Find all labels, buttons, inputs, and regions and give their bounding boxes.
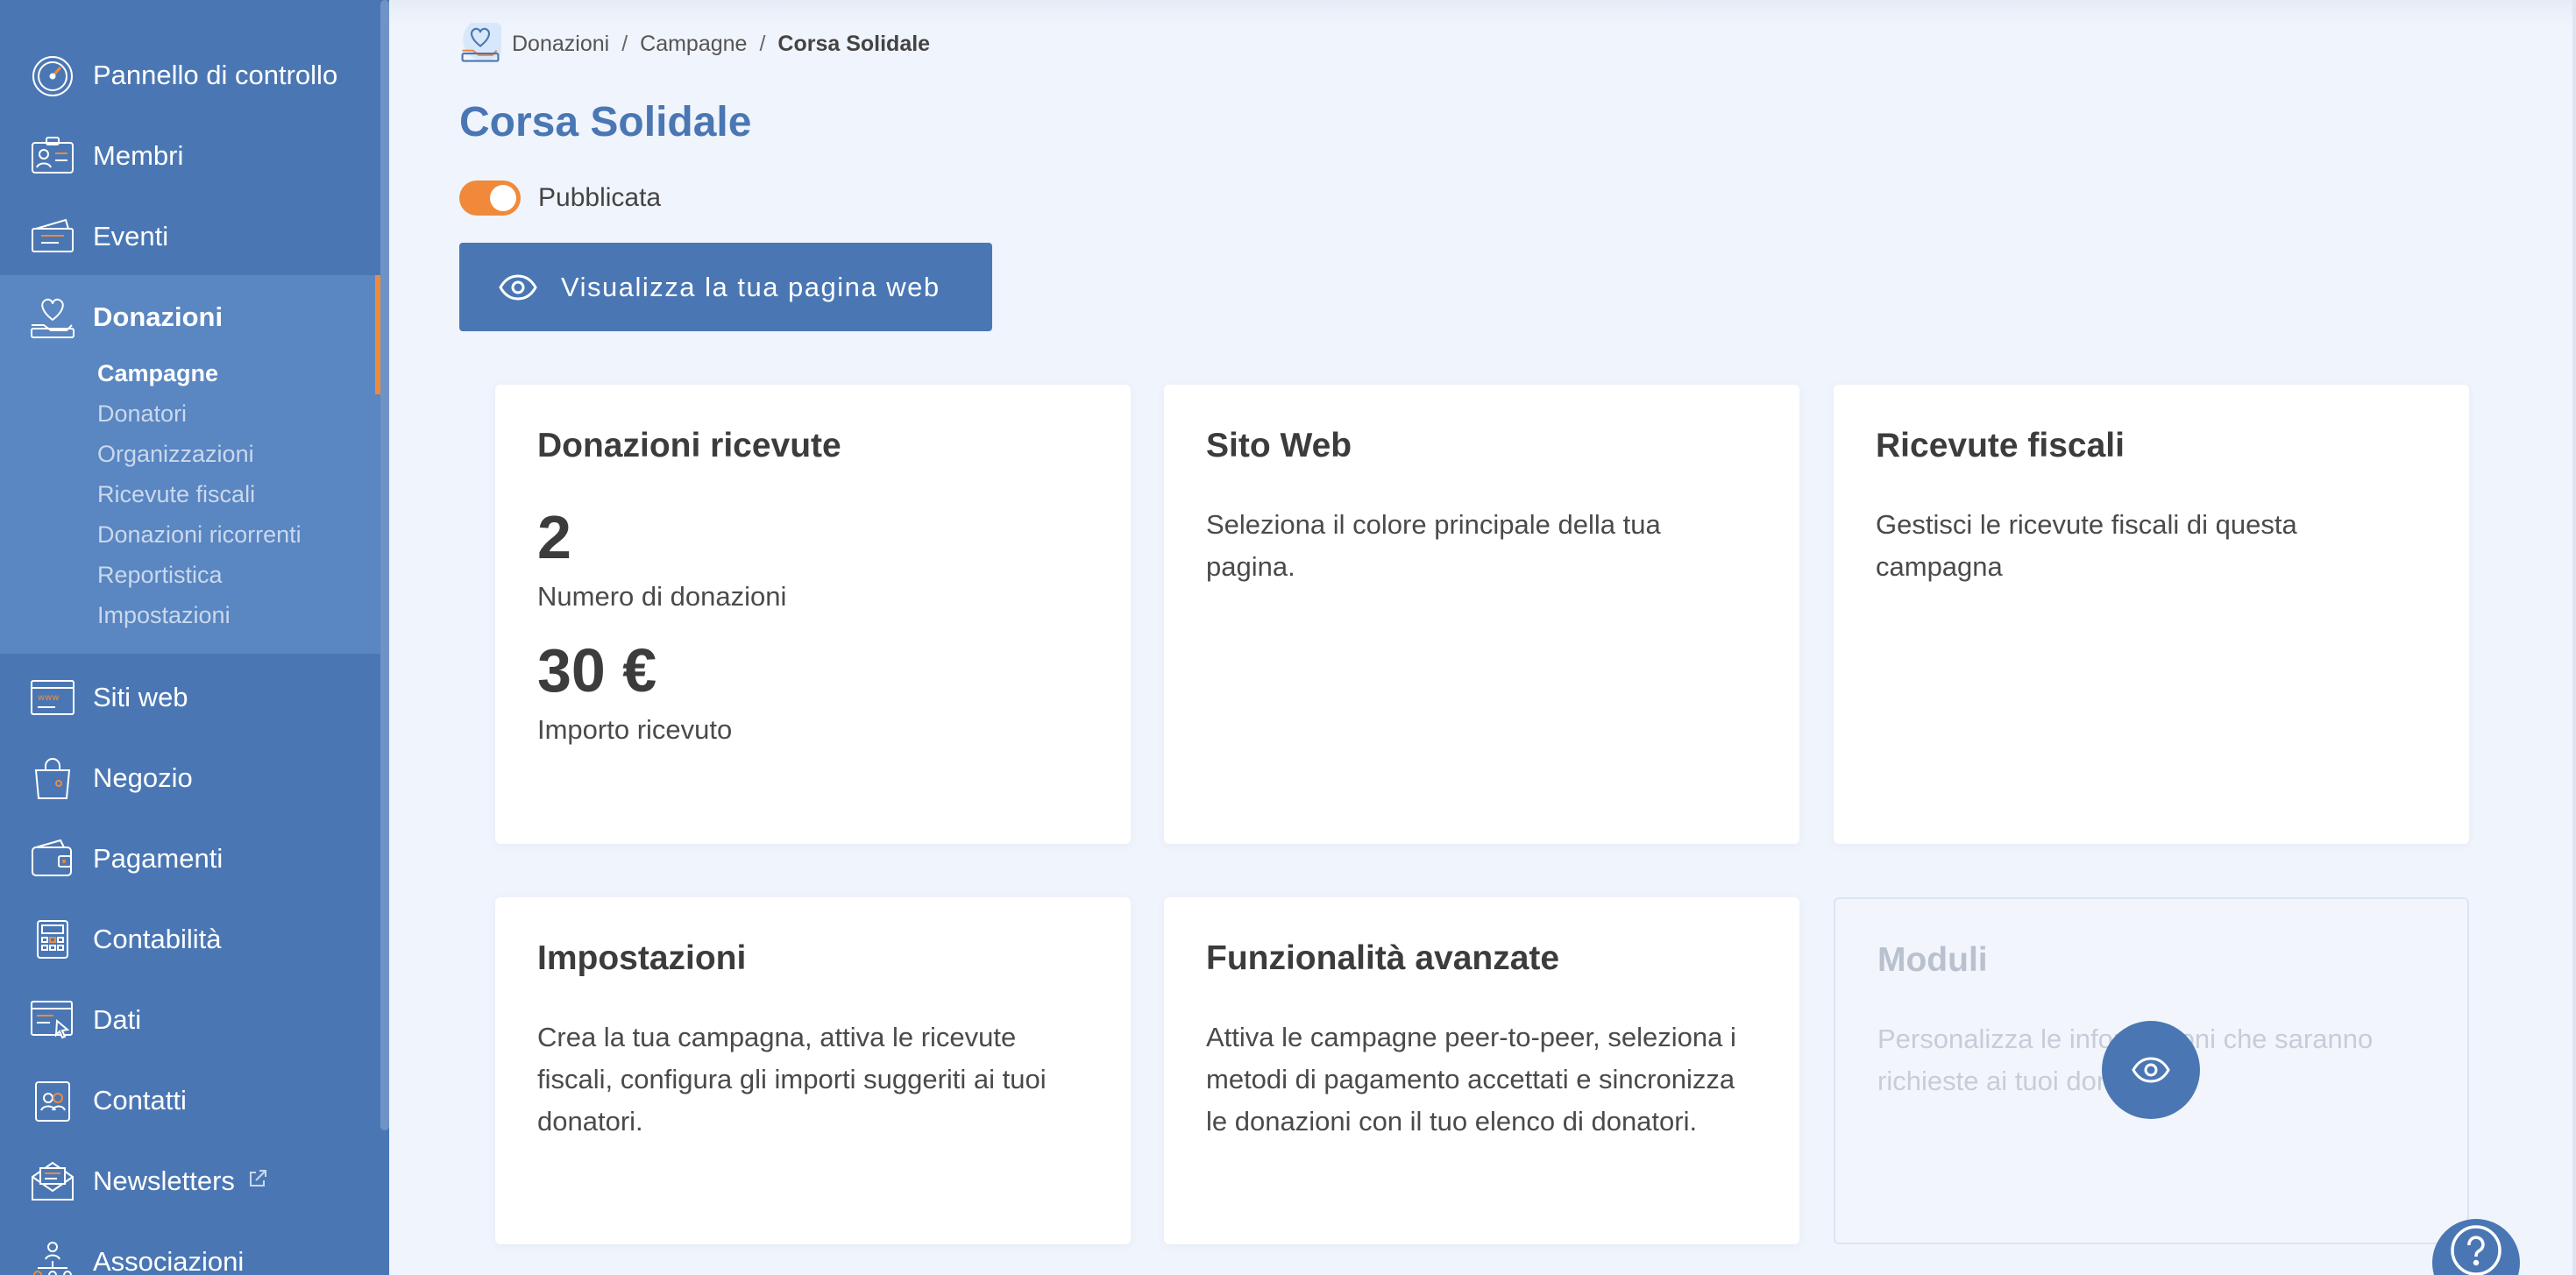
publish-toggle[interactable] — [459, 181, 521, 216]
ticket-icon — [28, 212, 77, 261]
eye-icon — [499, 273, 537, 301]
card-title: Moduli — [1877, 941, 1988, 979]
dashboard-gauge-icon — [28, 51, 77, 100]
sidebar-item-events[interactable]: Eventi — [0, 196, 380, 277]
sidebar-item-label: Pagamenti — [93, 843, 224, 874]
member-card-icon — [28, 131, 77, 181]
contacts-icon — [28, 1076, 77, 1125]
breadcrumb: Donazioni / Campagne / Corsa Solidale — [459, 23, 930, 65]
publish-label: Pubblicata — [538, 183, 662, 212]
main-content: Donazioni / Campagne / Corsa Solidale Co… — [389, 0, 2576, 1275]
sidebar-subitem-donors[interactable]: Donatori — [97, 400, 187, 428]
sidebar-subitem-tax-receipts[interactable]: Ricevute fiscali — [97, 481, 255, 508]
sidebar-item-label: Donazioni — [93, 301, 224, 332]
sidebar-item-contacts[interactable]: Contatti — [0, 1060, 380, 1141]
sidebar-item-associations[interactable]: Associazioni — [0, 1222, 380, 1275]
sidebar-item-label: Contatti — [93, 1085, 187, 1116]
svg-text:www: www — [38, 693, 60, 703]
shopping-bag-icon — [28, 754, 77, 803]
wallet-icon — [28, 834, 77, 883]
publish-status: Pubblicata — [459, 181, 661, 216]
sidebar-item-label: Contabilità — [93, 924, 222, 954]
card-title: Funzionalità avanzate — [1206, 939, 1560, 977]
sidebar-item-dashboard[interactable]: Pannello di controllo — [0, 35, 380, 116]
calculator-icon — [28, 915, 77, 964]
sidebar-item-label: Dati — [93, 1004, 142, 1035]
data-window-icon — [28, 995, 77, 1045]
eye-icon — [2132, 1057, 2170, 1083]
newsletter-envelope-icon — [28, 1157, 77, 1206]
card-tax-receipts[interactable]: Ricevute fiscali Gestisci le ricevute fi… — [1834, 385, 2469, 844]
question-icon — [2451, 1225, 2501, 1275]
card-description: Gestisci le ricevute fiscali di questa c… — [1876, 509, 2297, 582]
breadcrumb-link-donations[interactable]: Donazioni — [512, 32, 609, 57]
breadcrumb-current: Corsa Solidale — [777, 31, 931, 56]
sidebar-item-data[interactable]: Dati — [0, 980, 380, 1060]
card-advanced-features[interactable]: Funzionalità avanzate Attiva le campagne… — [1164, 897, 1799, 1244]
card-title: Ricevute fiscali — [1876, 427, 2125, 464]
view-webpage-label: Visualizza la tua pagina web — [561, 271, 940, 302]
website-icon: www — [28, 673, 77, 722]
view-webpage-button[interactable]: Visualizza la tua pagina web — [459, 243, 992, 331]
sidebar-item-label: Eventi — [93, 221, 169, 251]
donation-amount-value: 30 € — [537, 636, 657, 705]
sidebar-item-donations[interactable]: Donazioni — [0, 277, 380, 358]
breadcrumb-separator: / — [621, 31, 628, 56]
toggle-knob — [490, 185, 516, 211]
sidebar-item-label: Newsletters — [93, 1165, 235, 1196]
sidebar-item-shop[interactable]: Negozio — [0, 738, 380, 818]
sidebar-scrollbar[interactable] — [380, 0, 389, 1130]
card-settings[interactable]: Impostazioni Crea la tua campagna, attiv… — [495, 897, 1131, 1244]
breadcrumb-link-campaigns[interactable]: Campagne — [640, 32, 747, 57]
sidebar-subitem-recurring-donations[interactable]: Donazioni ricorrenti — [97, 521, 302, 549]
external-link-icon — [247, 1168, 268, 1195]
card-title: Sito Web — [1206, 427, 1352, 464]
sidebar-subitem-campaigns[interactable]: Campagne — [97, 360, 218, 387]
sidebar-subitem-reports[interactable]: Reportistica — [97, 562, 223, 589]
heart-hand-icon — [459, 23, 501, 65]
sidebar-item-websites[interactable]: www Siti web — [0, 657, 380, 738]
heart-hand-icon — [28, 293, 77, 342]
sidebar: Pannello di controllo Membri Eventi Dona… — [0, 0, 389, 1275]
sidebar-item-label: Membri — [93, 140, 184, 171]
page-title: Corsa Solidale — [459, 99, 752, 145]
card-donations-received[interactable]: Donazioni ricevute 2 Numero di donazioni… — [495, 385, 1131, 844]
card-description: Seleziona il colore principale della tua… — [1206, 509, 1661, 582]
sidebar-item-payments[interactable]: Pagamenti — [0, 818, 380, 899]
sidebar-item-accounting[interactable]: Contabilità — [0, 899, 380, 980]
donation-amount-label: Importo ricevuto — [537, 714, 733, 745]
card-description: Attiva le campagne peer-to-peer, selezio… — [1206, 1022, 1736, 1137]
sidebar-item-newsletters[interactable]: Newsletters — [0, 1141, 380, 1222]
preview-eye-button[interactable] — [2102, 1021, 2200, 1119]
donation-count-label: Numero di donazioni — [537, 581, 787, 612]
card-title: Impostazioni — [537, 939, 747, 977]
sidebar-item-label: Pannello di controllo — [93, 60, 338, 90]
sidebar-subitem-settings[interactable]: Impostazioni — [97, 602, 231, 629]
donation-count-value: 2 — [537, 503, 571, 571]
card-website[interactable]: Sito Web Seleziona il colore principale … — [1164, 385, 1799, 844]
card-description: Crea la tua campagna, attiva le ricevute… — [537, 1022, 1047, 1137]
page-scrollbar[interactable] — [2572, 0, 2576, 1275]
sidebar-item-label: Associazioni — [93, 1246, 245, 1275]
associations-icon — [28, 1237, 77, 1275]
sidebar-item-label: Siti web — [93, 682, 188, 712]
sidebar-item-members[interactable]: Membri — [0, 116, 380, 196]
breadcrumb-separator: / — [759, 31, 766, 56]
card-title: Donazioni ricevute — [537, 427, 841, 464]
sidebar-subitem-organizations[interactable]: Organizzazioni — [97, 441, 254, 468]
sidebar-item-label: Negozio — [93, 762, 193, 793]
